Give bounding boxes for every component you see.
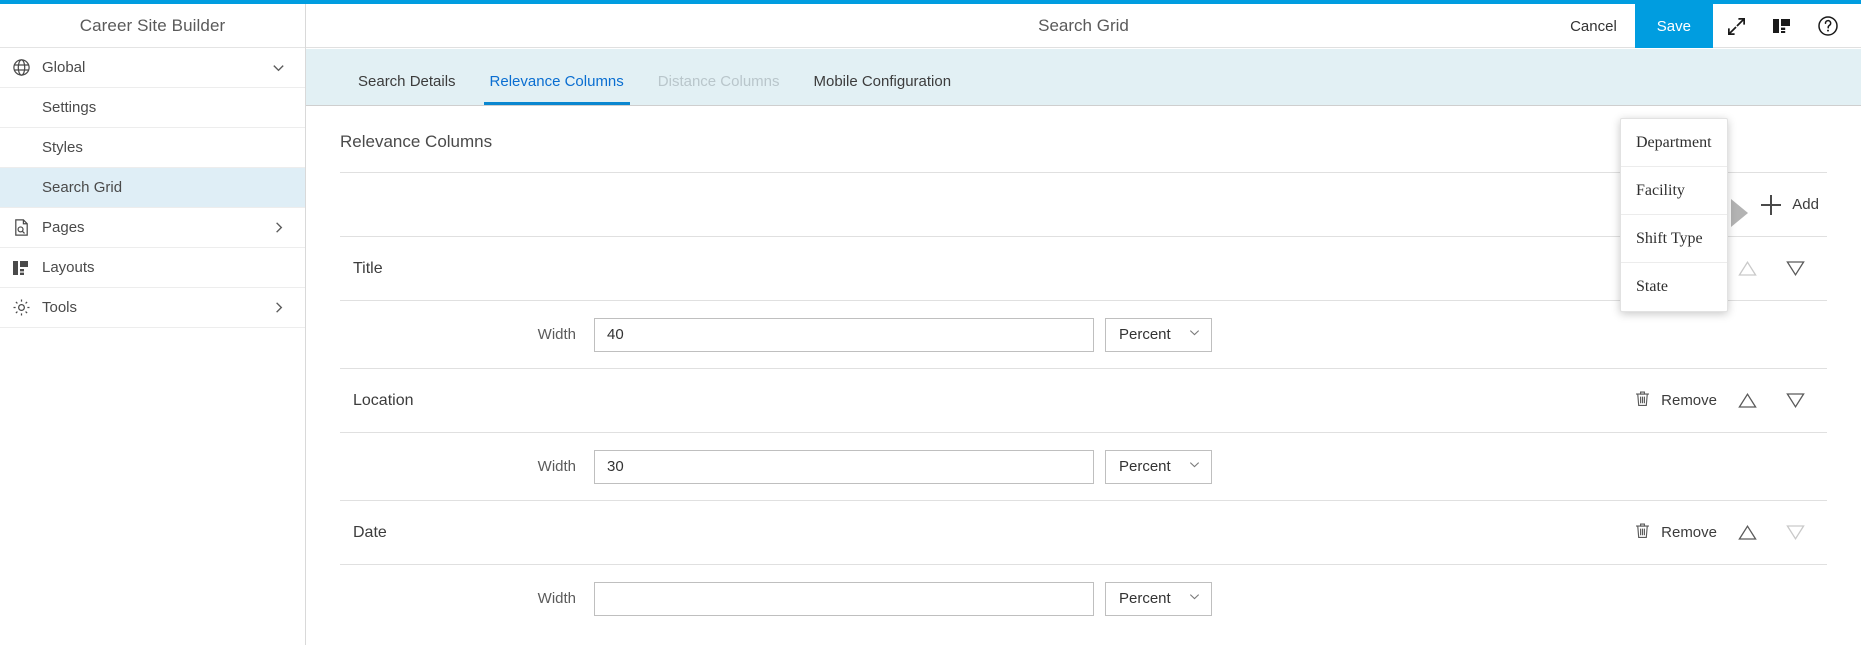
sidebar-item-label: Styles [42,139,83,156]
unit-select-value: Percent [1119,326,1171,343]
column-tools [1723,249,1819,289]
sidebar-item-search-grid[interactable]: Search Grid [0,168,305,208]
page-header: Search Grid Cancel Save [306,4,1861,48]
move-up-button[interactable] [1723,513,1771,553]
sidebar-item-label: Search Grid [42,179,123,196]
help-icon[interactable] [1805,4,1851,48]
plus-icon [1761,194,1782,215]
unit-select[interactable]: Percent [1105,449,1212,484]
tab-mobile-configuration[interactable]: Mobile Configuration [797,74,969,105]
column-width-row: Width Percent [306,565,1861,632]
app-brand-title: Career Site Builder [0,4,305,48]
sidebar-item-tools[interactable]: Tools [0,288,305,328]
width-input[interactable] [594,449,1094,484]
app-root: Career Site Builder Global Settings Styl… [0,0,1861,645]
column-width-row: Width Percent [306,433,1861,500]
globe-icon [0,58,42,77]
unit-select[interactable]: Percent [1105,317,1212,352]
chevron-right-icon[interactable] [267,300,289,315]
cancel-button[interactable]: Cancel [1552,4,1635,48]
add-column-dropdown-menu: Department Facility Shift Type State [1620,118,1728,312]
column-tools: Remove [1627,381,1819,421]
menu-pointer-arrow [1731,199,1748,227]
remove-button[interactable]: Remove [1627,521,1723,544]
sidebar-item-pages[interactable]: Pages [0,208,305,248]
width-label: Width [537,458,576,475]
trash-icon [1633,521,1652,544]
sidebar-item-global[interactable]: Global [0,48,305,88]
sidebar-item-layouts[interactable]: Layouts [0,248,305,288]
menu-item-facility[interactable]: Facility [1621,167,1727,215]
remove-button-label: Remove [1661,524,1717,541]
sidebar-item-label: Pages [42,219,85,236]
column-name: Date [353,523,387,541]
sidebar: Career Site Builder Global Settings Styl… [0,4,306,645]
sidebar-item-settings[interactable]: Settings [0,88,305,128]
sidebar-item-label: Tools [42,299,78,316]
tab-bar: Search Details Relevance Columns Distanc… [306,49,1861,106]
add-button[interactable]: Add [1761,194,1819,215]
sidebar-item-label: Layouts [42,259,95,276]
remove-button[interactable]: Remove [1627,389,1723,412]
sidebar-item-label: Settings [42,99,97,116]
menu-item-state[interactable]: State [1621,263,1727,311]
column-name: Title [353,259,383,277]
chevron-down-icon [1188,458,1201,475]
expand-icon[interactable] [1713,4,1759,48]
move-up-button[interactable] [1723,381,1771,421]
menu-item-shift-type[interactable]: Shift Type [1621,215,1727,263]
sidebar-item-label: Global [42,59,86,76]
add-button-label: Add [1792,196,1819,213]
column-tools: Remove [1627,513,1819,553]
remove-button-label: Remove [1661,392,1717,409]
chevron-down-icon[interactable] [267,60,289,75]
move-down-button[interactable] [1771,249,1819,289]
width-label: Width [537,326,576,343]
move-down-button[interactable] [1771,381,1819,421]
unit-select-value: Percent [1119,590,1171,607]
layout-panel-icon[interactable] [1759,4,1805,48]
tab-relevance-columns[interactable]: Relevance Columns [473,74,641,105]
header-actions: Cancel Save [1552,4,1851,48]
move-up-button [1723,249,1771,289]
column-name: Location [353,391,414,409]
unit-select-value: Percent [1119,458,1171,475]
layouts-icon [0,259,42,277]
width-input[interactable] [594,317,1094,352]
width-input[interactable] [594,581,1094,616]
width-label: Width [537,590,576,607]
menu-item-department[interactable]: Department [1621,119,1727,167]
column-row-header: Date Remove [306,501,1861,564]
page-search-icon [0,218,42,237]
chevron-right-icon[interactable] [267,220,289,235]
sidebar-item-styles[interactable]: Styles [0,128,305,168]
trash-icon [1633,389,1652,412]
column-row-header: Location Remove [306,369,1861,432]
tab-distance-columns: Distance Columns [641,74,797,105]
move-down-button [1771,513,1819,553]
unit-select[interactable]: Percent [1105,581,1212,616]
gear-icon [0,298,42,317]
chevron-down-icon [1188,326,1201,343]
tab-search-details[interactable]: Search Details [341,74,473,105]
chevron-down-icon [1188,590,1201,607]
save-button[interactable]: Save [1634,4,1713,48]
